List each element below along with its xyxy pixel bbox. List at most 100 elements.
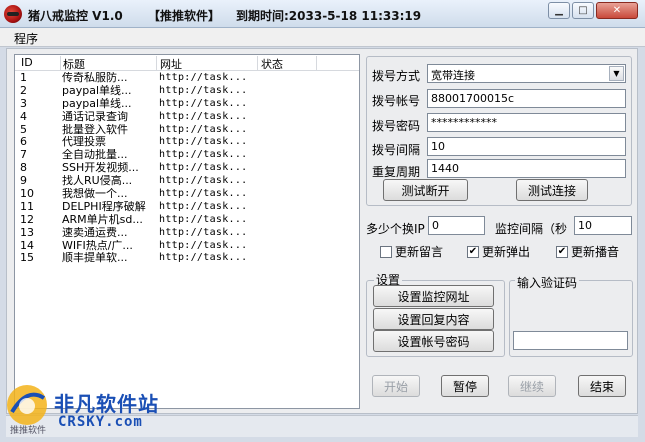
update-message-checkbox[interactable]: 更新留言 <box>380 243 443 260</box>
table-row[interactable]: 11 DELPHI程序破解 http://task... <box>15 201 359 214</box>
row-url: http://task... <box>159 97 248 109</box>
row-url: http://task... <box>159 252 248 264</box>
row-id: 14 <box>20 239 34 252</box>
table-row[interactable]: 4 通话记录查询 http://task... <box>15 111 359 124</box>
set-monitor-url-button[interactable]: 设置监控网址 <box>373 285 494 307</box>
app-pig-icon[interactable] <box>4 5 22 23</box>
minimize-icon: ▁ <box>555 5 563 16</box>
row-title: paypal单线... <box>62 97 132 110</box>
dial-account-input[interactable]: 88001700015c <box>427 89 626 108</box>
row-id: 8 <box>20 162 27 175</box>
update-sound-checkbox[interactable]: ✔ 更新播音 <box>556 243 619 260</box>
watermark-domain: CRSKY.com <box>58 414 143 430</box>
minimize-button[interactable]: ▁ <box>548 2 570 19</box>
column-header-id[interactable]: ID <box>17 56 61 71</box>
update-sound-label: 更新播音 <box>571 245 620 259</box>
row-url: http://task... <box>159 84 248 96</box>
pause-button[interactable]: 暂停 <box>441 375 489 397</box>
row-id: 10 <box>20 188 34 201</box>
row-id: 12 <box>20 213 34 226</box>
column-header-url[interactable]: 网址 <box>156 56 258 71</box>
table-row[interactable]: 3 paypal单线... http://task... <box>15 98 359 111</box>
title-bar: 猪八戒监控 V1.0 【推推软件】 到期时间:2033-5-18 11:33:1… <box>0 0 645 28</box>
checkbox-box[interactable]: ✔ <box>556 245 568 258</box>
monitor-interval-label: 监控间隔（秒 <box>495 222 568 236</box>
row-title: 批量登入软件 <box>62 123 128 136</box>
row-url: http://task... <box>159 110 248 122</box>
row-url: http://task... <box>159 226 248 238</box>
table-row[interactable]: 7 全自动批量... http://task... <box>15 149 359 162</box>
list-rows: 1 传奇私服防... http://task... 2 paypal单线... http:… <box>15 72 359 265</box>
ip-change-input[interactable]: 0 <box>428 216 485 235</box>
row-title: 找人RU侵高... <box>62 175 133 188</box>
test-disconnect-button[interactable]: 测试断开 <box>383 179 468 201</box>
row-url: http://task... <box>159 213 248 225</box>
resume-button[interactable]: 继续 <box>508 375 556 397</box>
row-url: http://task... <box>159 72 248 83</box>
dial-interval-label: 拨号间隔 <box>372 143 421 157</box>
dial-interval-input[interactable]: 10 <box>427 137 626 156</box>
row-title: DELPHI程序破解 <box>62 200 146 213</box>
row-url: http://task... <box>159 162 248 174</box>
dial-method-label: 拨号方式 <box>372 69 421 83</box>
row-title: SSH开发视频... <box>62 162 139 175</box>
row-title: paypal单线... <box>62 84 132 97</box>
close-button[interactable]: ✕ <box>596 2 638 19</box>
table-row[interactable]: 12 ARM单片机sd... http://task... <box>15 214 359 227</box>
row-title: 传奇私服防... <box>62 72 128 84</box>
table-row[interactable]: 6 代理投票 http://task... <box>15 136 359 149</box>
table-row[interactable]: 5 批量登入软件 http://task... <box>15 124 359 137</box>
app-title: 猪八戒监控 V1.0 <box>28 9 123 23</box>
expiry-time: 到期时间:2033-5-18 11:33:19 <box>236 9 422 23</box>
dial-method-select[interactable]: 宽带连接 ▼ <box>427 64 626 83</box>
watermark-brand: 非凡软件站 <box>54 392 159 416</box>
row-url: http://task... <box>159 188 248 200</box>
row-title: WIFI热点/广... <box>62 239 133 252</box>
close-icon: ✕ <box>612 5 622 16</box>
task-list[interactable]: ID 标题 网址 状态 1 传奇私服防... http://task... 2 payp… <box>14 54 360 409</box>
row-id: 9 <box>20 175 27 188</box>
crsky-logo-icon <box>7 385 47 425</box>
dial-method-value: 宽带连接 <box>431 69 475 82</box>
row-title: 代理投票 <box>62 136 106 149</box>
update-popup-checkbox[interactable]: ✔ 更新弹出 <box>467 243 530 260</box>
row-url: http://task... <box>159 175 248 187</box>
test-connect-button[interactable]: 测试连接 <box>516 179 588 201</box>
captcha-input[interactable] <box>513 331 628 350</box>
checkbox-box[interactable] <box>380 245 392 258</box>
repeat-period-input[interactable]: 1440 <box>427 159 626 178</box>
row-url: http://task... <box>159 123 248 135</box>
maximize-button[interactable]: □ <box>572 2 594 19</box>
repeat-period-label: 重复周期 <box>372 165 421 179</box>
monitor-interval-input[interactable]: 10 <box>574 216 632 235</box>
start-button[interactable]: 开始 <box>372 375 420 397</box>
chevron-down-icon[interactable]: ▼ <box>609 66 624 81</box>
set-reply-content-button[interactable]: 设置回复内容 <box>373 308 494 330</box>
row-id: 13 <box>20 226 34 239</box>
table-row[interactable]: 8 SSH开发视频... http://task... <box>15 162 359 175</box>
table-row[interactable]: 13 速卖通运费... http://task... <box>15 227 359 240</box>
row-url: http://task... <box>159 200 248 212</box>
table-row[interactable]: 14 WIFI热点/广... http://task... <box>15 240 359 253</box>
menu-bar: 程序 <box>0 28 645 47</box>
set-account-password-button[interactable]: 设置帐号密码 <box>373 330 494 352</box>
column-header-status[interactable]: 状态 <box>257 56 317 71</box>
row-title: 通话记录查询 <box>62 110 128 123</box>
table-row[interactable]: 2 paypal单线... http://task... <box>15 85 359 98</box>
table-row[interactable]: 15 顺丰提单软... http://task... <box>15 252 359 265</box>
menu-program[interactable]: 程序 <box>14 30 38 47</box>
column-header-title[interactable]: 标题 <box>59 56 157 71</box>
row-id: 1 <box>20 72 27 84</box>
table-row[interactable]: 9 找人RU侵高... http://task... <box>15 175 359 188</box>
dial-password-input[interactable]: ************ <box>427 113 626 132</box>
table-row[interactable]: 10 我想做一个... http://task... <box>15 188 359 201</box>
row-id: 7 <box>20 149 27 162</box>
end-button[interactable]: 结束 <box>578 375 626 397</box>
row-title: 我想做一个... <box>62 188 128 201</box>
row-url: http://task... <box>159 136 248 148</box>
dial-account-label: 拨号帐号 <box>372 94 421 108</box>
row-id: 4 <box>20 110 27 123</box>
table-row[interactable]: 1 传奇私服防... http://task... <box>15 72 359 85</box>
checkbox-box[interactable]: ✔ <box>467 245 479 258</box>
watermark-note: 推推软件 <box>10 426 47 436</box>
